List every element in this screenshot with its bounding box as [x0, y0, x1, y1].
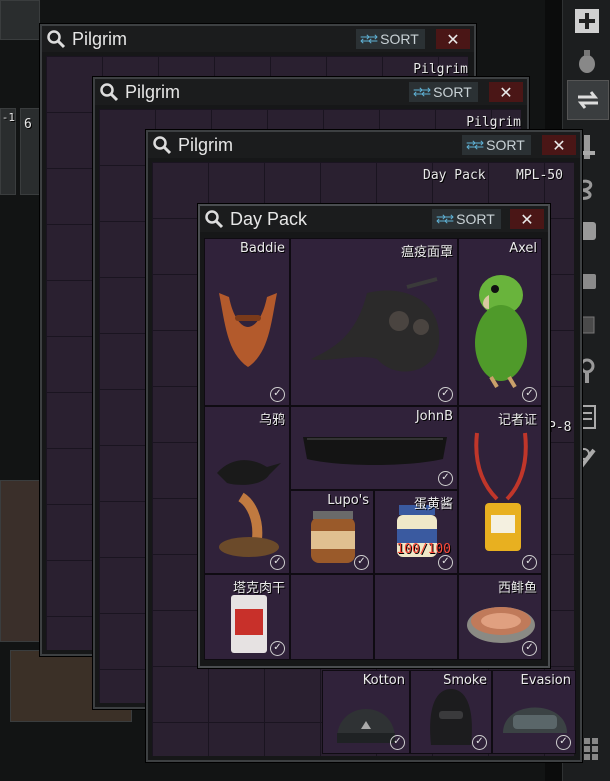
close-icon: ✕ [499, 82, 513, 102]
check-icon: ✓ [354, 555, 369, 570]
sort-button[interactable]: ⇄⇄ SORT [356, 29, 425, 49]
check-icon: ✓ [522, 555, 537, 570]
green-parrot-icon [475, 275, 527, 389]
inventory-slot-baddie[interactable]: Baddie ✓ [204, 238, 290, 406]
check-icon: ✓ [438, 387, 453, 402]
item-name: Axel [509, 241, 537, 256]
sort-label: SORT [456, 211, 495, 227]
window-title: Day Pack [230, 208, 308, 229]
check-icon: ✓ [438, 471, 453, 486]
inventory-slot-mayo[interactable]: 蛋黄酱 100/100 ✓ [374, 490, 458, 574]
empty-slot[interactable] [374, 574, 458, 660]
inventory-slot-johnb[interactable]: JohnB ✓ [290, 406, 458, 490]
black-band-icon [303, 437, 447, 465]
item-name: Smoke [443, 673, 487, 688]
item-name: 瘟疫面罩 [400, 245, 453, 260]
window-title: Pilgrim [125, 81, 181, 102]
inventory-slot-lupos[interactable]: Lupo's ✓ [290, 490, 374, 574]
window-titlebar[interactable]: Pilgrim ⇄⇄ SORT ✕ [148, 132, 580, 158]
sort-icon: ⇄⇄ [413, 85, 431, 99]
jerky-pack-icon [231, 595, 267, 653]
swap-icon[interactable] [567, 80, 609, 120]
check-icon: ✓ [522, 387, 537, 402]
item-name: 塔克肉干 [232, 581, 285, 596]
slot-label: P-8 [548, 420, 572, 435]
item-name: 乌鸦 [258, 413, 285, 428]
window-titlebar[interactable]: Pilgrim ⇄⇄ SORT ✕ [95, 79, 527, 105]
close-button[interactable]: ✕ [436, 29, 470, 49]
sort-icon: ⇄⇄ [466, 138, 484, 152]
item-name: Lupo's [327, 493, 369, 508]
sort-button[interactable]: ⇄⇄ SORT [462, 135, 531, 155]
empty-slot[interactable] [290, 574, 374, 660]
search-icon [153, 136, 172, 155]
beard-mask-icon [219, 293, 277, 367]
slot-label: MPL-50 [516, 168, 563, 183]
press-pass-icon [474, 432, 528, 551]
close-button[interactable]: ✕ [510, 209, 544, 229]
grenade-icon[interactable] [567, 42, 607, 80]
bg-slot [0, 0, 40, 40]
check-icon: ✓ [438, 555, 453, 570]
sort-label: SORT [433, 84, 472, 100]
inventory-slot-fish-tin[interactable]: 西鲱鱼 ✓ [458, 574, 542, 660]
item-name: 蛋黄酱 [413, 497, 453, 512]
inventory-slot-press-pass[interactable]: 记者证 ✓ [458, 406, 542, 574]
search-icon [47, 30, 66, 49]
inventory-slot-jerky[interactable]: 塔克肉干 ✓ [204, 574, 290, 660]
close-icon: ✕ [520, 209, 534, 229]
sort-icon: ⇄⇄ [436, 212, 454, 226]
search-icon [205, 210, 224, 229]
bg-tab-label: -1 [1, 111, 15, 124]
check-icon: ✓ [390, 735, 405, 750]
check-icon: ✓ [270, 387, 285, 402]
inventory-slot-axel[interactable]: Axel ✓ [458, 238, 542, 406]
check-icon: ✓ [472, 735, 487, 750]
check-icon: ✓ [270, 641, 285, 656]
check-icon: ✓ [522, 641, 537, 656]
bg-slot: -1 [0, 108, 16, 195]
close-button[interactable]: ✕ [489, 82, 523, 102]
item-name: 记者证 [497, 413, 537, 428]
slot-label: Pilgrim [466, 115, 521, 130]
search-icon [100, 83, 119, 102]
inventory-slot-kotton[interactable]: Kotton ✓ [322, 670, 410, 754]
daypack-window[interactable]: Day Pack ⇄⇄ SORT ✕ Baddie ✓ 瘟疫面罩 ✓ Axel ✓… [198, 204, 550, 668]
plus-icon[interactable] [567, 2, 607, 40]
bg-tab-label: 6 [24, 117, 32, 132]
item-name: JohnB [415, 409, 453, 424]
sort-button[interactable]: ⇄⇄ SORT [409, 82, 478, 102]
check-icon: ✓ [556, 735, 571, 750]
inventory-slot-smoke[interactable]: Smoke ✓ [410, 670, 492, 754]
item-name: Baddie [240, 241, 285, 256]
item-name: 西鲱鱼 [497, 581, 537, 596]
inventory-slot-evasion[interactable]: Evasion ✓ [492, 670, 576, 754]
window-titlebar[interactable]: Pilgrim ⇄⇄ SORT ✕ [42, 26, 474, 52]
check-icon: ✓ [270, 555, 285, 570]
window-title: Pilgrim [178, 134, 234, 155]
sort-icon: ⇄⇄ [360, 32, 378, 46]
item-name: Kotton [362, 673, 405, 688]
daypack-grid[interactable]: Baddie ✓ 瘟疫面罩 ✓ Axel ✓ 乌鸦 ✓ JohnB ✓ 记者证 … [204, 238, 542, 660]
close-icon: ✕ [446, 29, 460, 49]
fish-tin-icon [467, 607, 535, 643]
close-button[interactable]: ✕ [542, 135, 576, 155]
slot-label: Pilgrim [413, 62, 468, 77]
sort-label: SORT [486, 137, 525, 153]
window-title: Pilgrim [72, 28, 128, 49]
bg-slot [0, 480, 42, 642]
inventory-slot-crow[interactable]: 乌鸦 ✓ [204, 406, 290, 574]
plague-doctor-mask-icon [311, 277, 440, 372]
slot-label: Day Pack [423, 168, 486, 183]
close-icon: ✕ [552, 135, 566, 155]
balaclava-icon [430, 689, 472, 745]
sort-button[interactable]: ⇄⇄ SORT [432, 209, 501, 229]
inventory-slot-plague-mask[interactable]: 瘟疫面罩 ✓ [290, 238, 458, 406]
sort-label: SORT [380, 31, 419, 47]
window-titlebar[interactable]: Day Pack ⇄⇄ SORT ✕ [200, 206, 548, 232]
item-name: Evasion [520, 673, 571, 688]
crow-figurine-icon [217, 460, 281, 557]
